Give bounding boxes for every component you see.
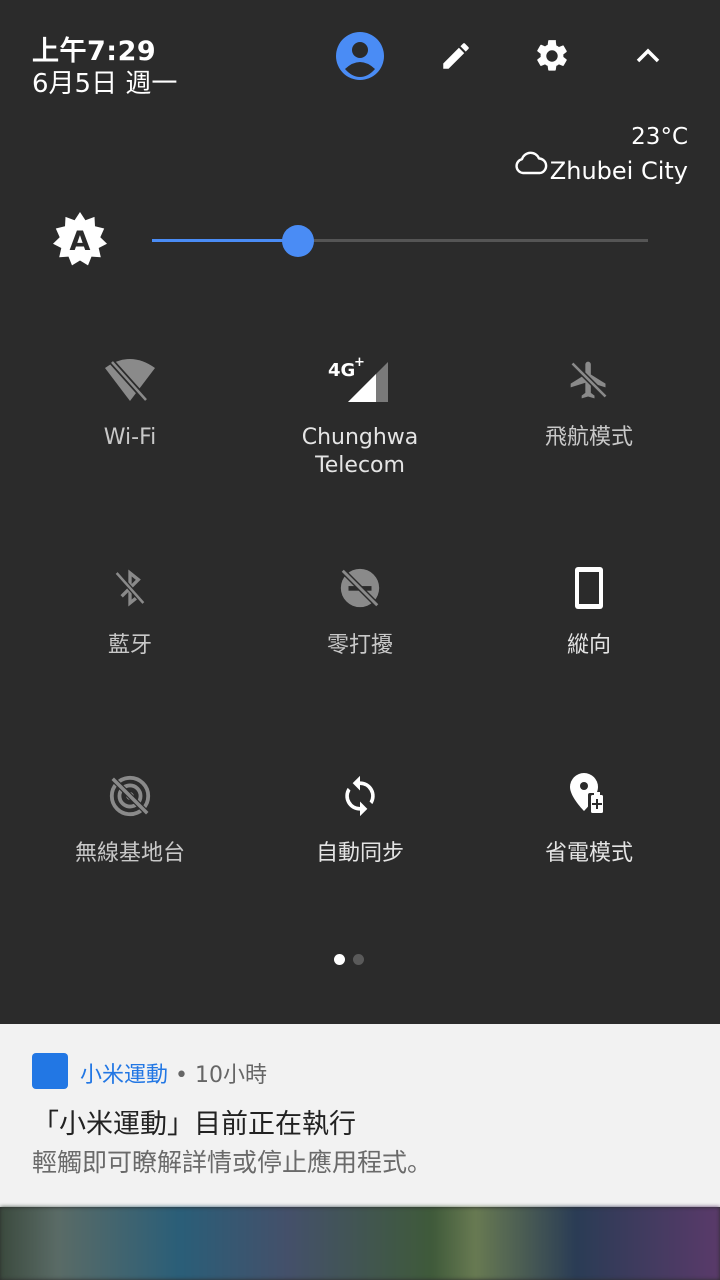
edit-button[interactable] xyxy=(428,28,484,84)
quick-settings-panel: 上午7:29 6月5日 週一 23°C Zhubei City A Wi-Fi … xyxy=(0,0,720,1024)
weather-temperature: 23°C xyxy=(631,124,688,150)
clock-date[interactable]: 上午7:29 6月5日 週一 xyxy=(32,36,177,100)
tile-airplane-mode[interactable]: 飛航模式 xyxy=(474,350,704,452)
signal-4g-icon: 4G + xyxy=(245,350,475,410)
tile-label: 無線基地台 xyxy=(74,841,185,866)
notification-title: 「小米運動」目前正在執行 xyxy=(32,1109,356,1140)
mi-fit-app-icon xyxy=(32,1053,68,1089)
page-indicator xyxy=(334,954,364,965)
notification-header: 小米運動 • 10小時 xyxy=(80,1057,267,1089)
sync-icon xyxy=(245,766,475,826)
tile-battery-saver[interactable]: 省電模式 xyxy=(474,766,704,868)
tile-auto-sync[interactable]: 自動同步 xyxy=(245,766,475,868)
auto-brightness-icon: A xyxy=(53,212,107,266)
cloud-icon xyxy=(515,151,548,175)
page-dot[interactable] xyxy=(353,954,364,965)
pencil-icon xyxy=(443,43,469,69)
tile-mobile-data[interactable]: 4G + Chunghwa Telecom xyxy=(245,350,475,480)
clock-time: 上午7:29 xyxy=(32,36,157,67)
page-dot-current[interactable] xyxy=(334,954,345,965)
tile-label: 飛航模式 xyxy=(544,425,633,450)
brightness-slider[interactable] xyxy=(152,225,648,257)
wifi-off-icon xyxy=(15,350,245,410)
brightness-fill xyxy=(152,239,299,242)
tile-label: 零打擾 xyxy=(326,633,393,658)
hotspot-off-icon xyxy=(15,766,245,826)
tile-orientation[interactable]: 縱向 xyxy=(474,558,704,660)
gear-icon xyxy=(537,40,567,71)
do-not-disturb-off-icon xyxy=(245,558,475,618)
svg-text:4G: 4G xyxy=(328,360,355,381)
brightness-thumb[interactable] xyxy=(282,225,315,257)
settings-button[interactable] xyxy=(524,28,580,84)
battery-saver-icon xyxy=(474,766,704,826)
tile-label: 省電模式 xyxy=(544,841,633,866)
wallpaper-background xyxy=(0,1207,720,1280)
portrait-orientation-icon xyxy=(474,558,704,618)
chevron-up-icon xyxy=(636,48,660,63)
weather-city: Zhubei City xyxy=(549,157,688,185)
tile-label: Chunghwa Telecom xyxy=(301,425,419,478)
bluetooth-off-icon xyxy=(15,558,245,618)
account-button[interactable] xyxy=(332,28,388,84)
tile-label: 藍牙 xyxy=(107,633,152,658)
account-circle-icon xyxy=(336,32,384,80)
notification-app-name: 小米運動 xyxy=(80,1063,169,1088)
airplane-icon xyxy=(474,350,704,410)
tile-do-not-disturb[interactable]: 零打擾 xyxy=(245,558,475,660)
svg-text:A: A xyxy=(70,226,91,257)
notification-separator: • xyxy=(175,1063,188,1088)
collapse-button[interactable] xyxy=(620,28,676,84)
tile-label: 自動同步 xyxy=(315,841,404,866)
tile-label: Wi-Fi xyxy=(103,425,157,450)
tile-hotspot[interactable]: 無線基地台 xyxy=(15,766,245,868)
tile-bluetooth[interactable]: 藍牙 xyxy=(15,558,245,660)
tile-wifi[interactable]: Wi-Fi xyxy=(15,350,245,452)
notification-card[interactable]: 小米運動 • 10小時 「小米運動」目前正在執行 輕觸即可瞭解詳情或停止應用程式… xyxy=(0,1024,720,1207)
date-label: 6月5日 週一 xyxy=(32,69,178,99)
notification-body: 輕觸即可瞭解詳情或停止應用程式。 xyxy=(32,1148,433,1177)
svg-text:+: + xyxy=(354,356,365,370)
tile-label: 縱向 xyxy=(566,633,611,658)
auto-brightness-button[interactable]: A xyxy=(50,210,110,274)
notification-time: 10小時 xyxy=(195,1063,267,1088)
